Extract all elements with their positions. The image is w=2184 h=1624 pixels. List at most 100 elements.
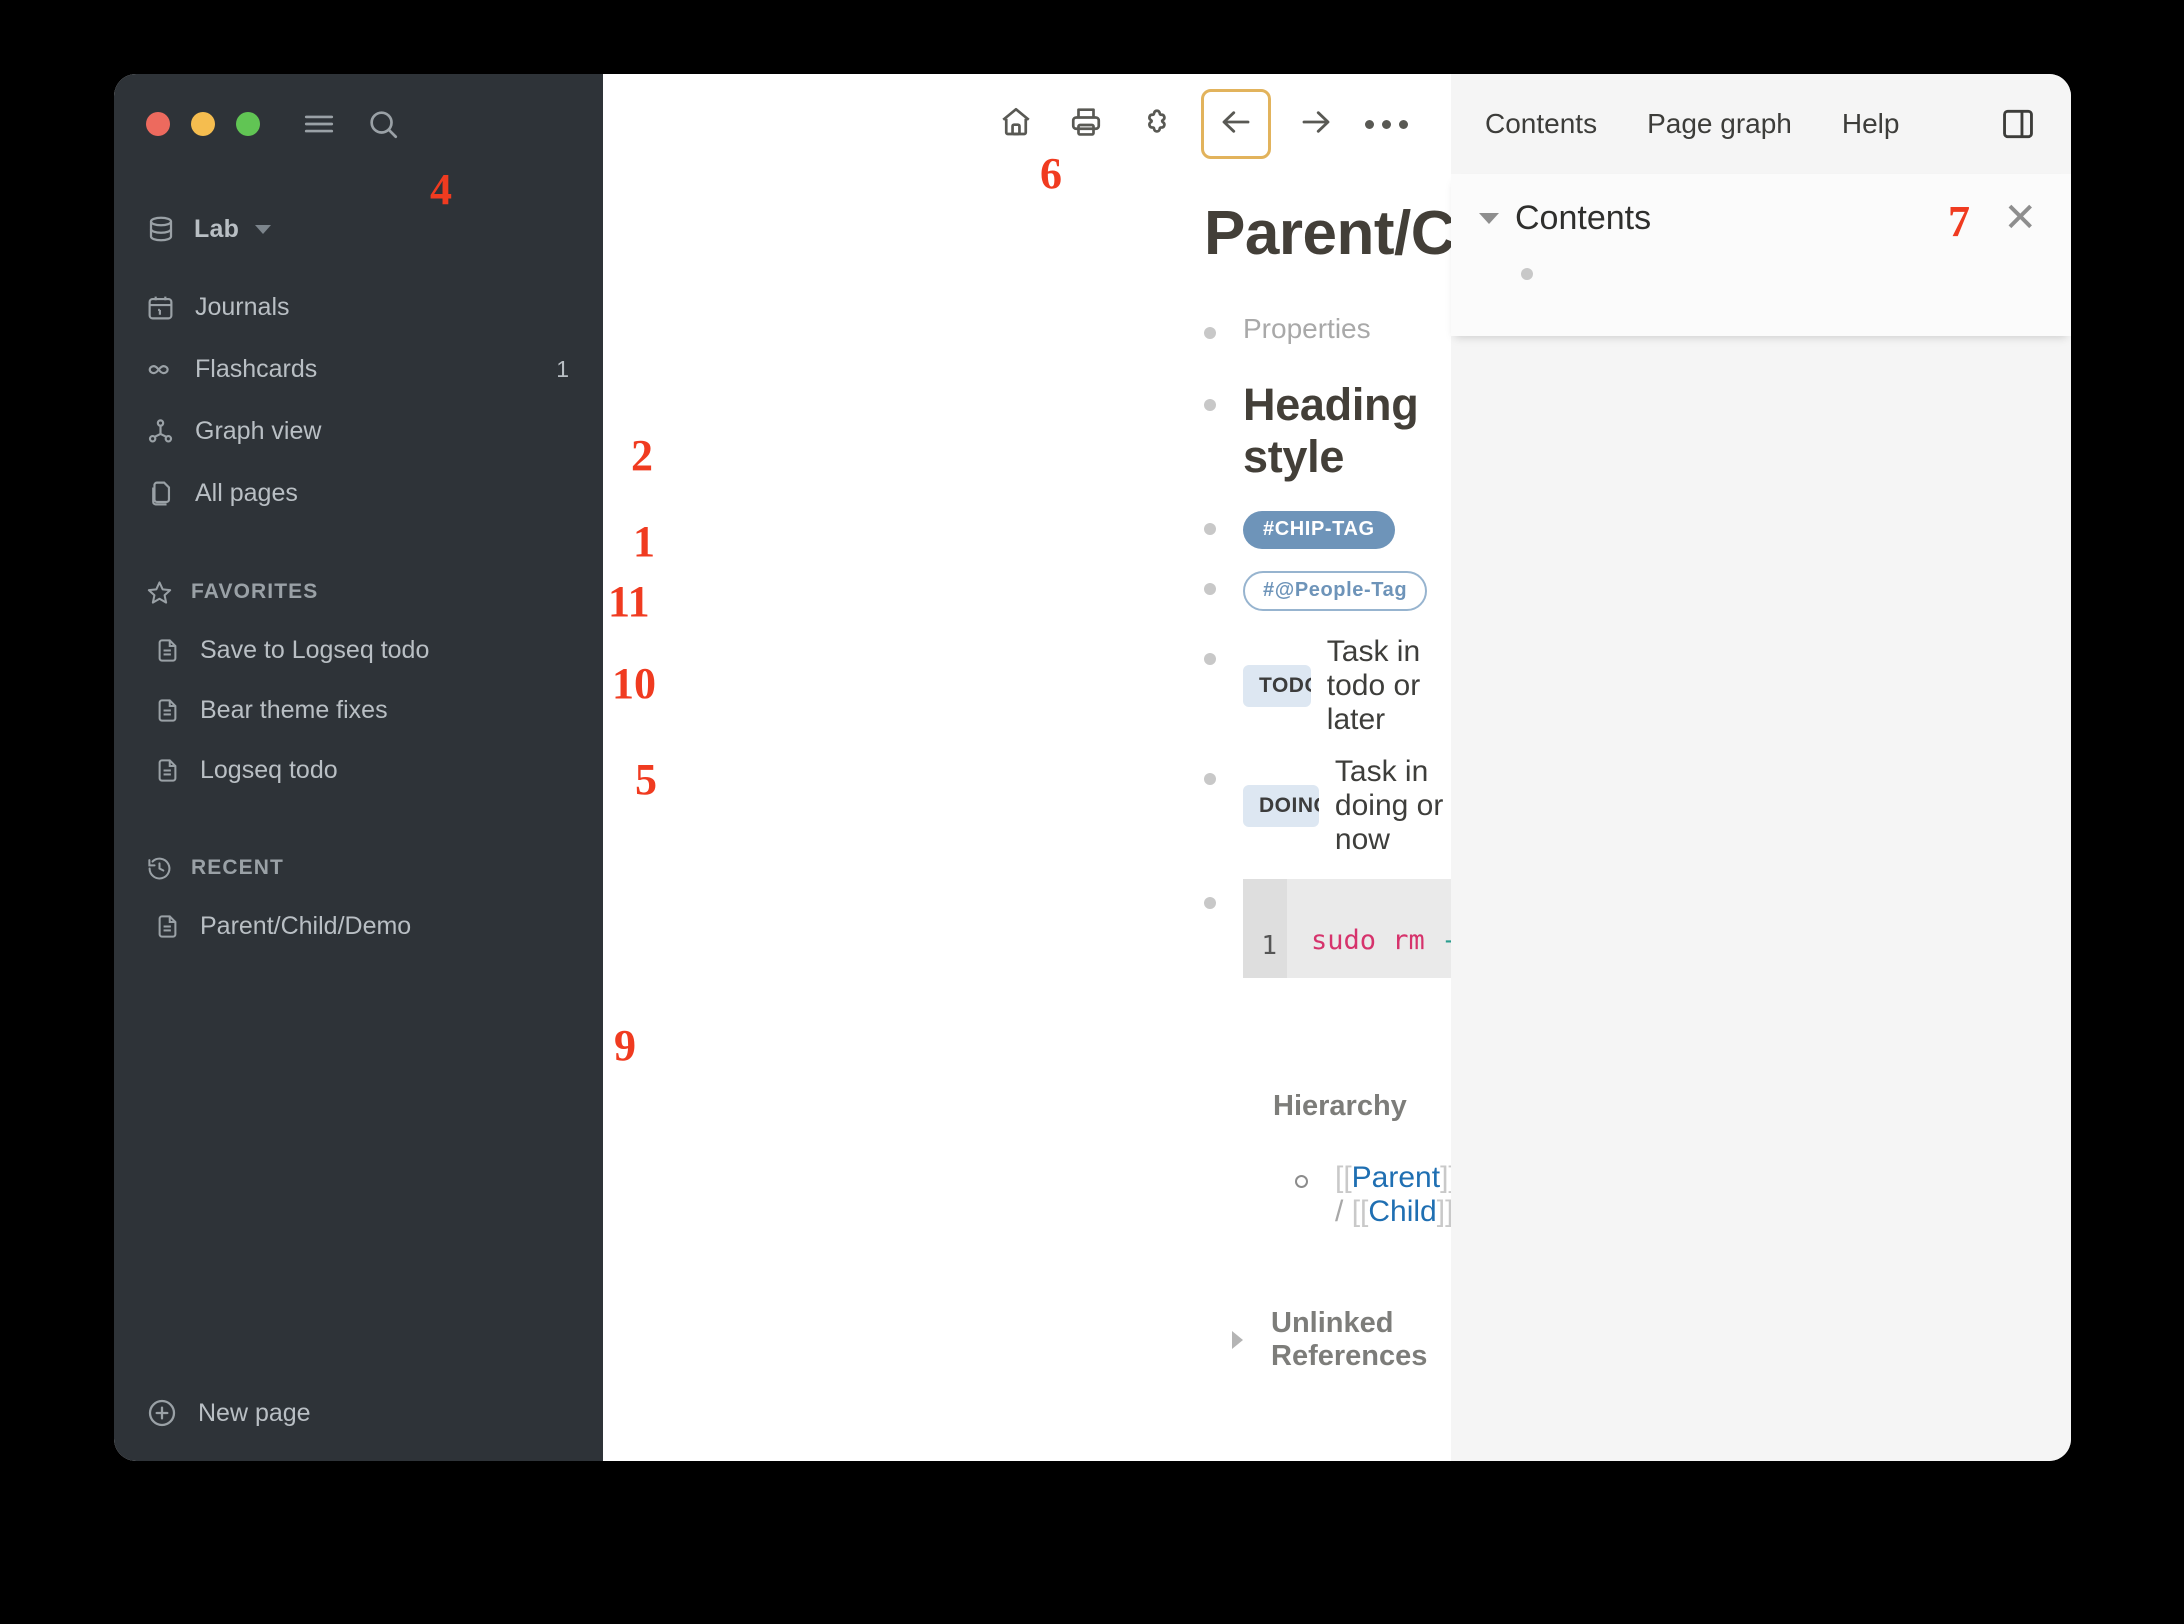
print-button[interactable] [1055,93,1117,155]
document-icon [154,697,181,724]
graph-selector[interactable]: Lab [114,196,603,262]
block-task-todo[interactable]: TODO Task in todo or later [1204,635,1451,737]
people-tag[interactable]: #@People-Tag [1243,571,1428,611]
chevron-down-icon[interactable] [1479,212,1499,224]
sidebar-titlebar [114,74,603,174]
calendar-icon [146,293,175,322]
search-icon[interactable] [366,107,400,141]
block-bullet[interactable] [1295,1175,1308,1188]
favorite-item-logseq-todo[interactable]: Logseq todo [114,740,603,800]
block-heading[interactable]: Heading style [1204,379,1451,483]
unlinked-references-section[interactable]: Unlinked References [1232,1307,1451,1373]
document-icon [154,637,181,664]
block-people-tag[interactable]: #@People-Tag [1204,571,1451,611]
annotation-1: 1 [633,517,655,566]
graph-node-icon [146,417,175,446]
doing-marker[interactable]: DOING [1243,785,1319,827]
favorites-section-header: FAVORITES [114,564,603,620]
menu-icon[interactable] [302,107,336,141]
sidebar-item-label: Journals [195,292,290,321]
todo-marker[interactable]: TODO [1243,665,1311,707]
plugins-button[interactable] [1125,93,1187,155]
block-bullet[interactable] [1521,268,1533,280]
new-page-button[interactable]: New page [114,1365,603,1461]
sidebar-item-flashcards[interactable]: Flashcards 1 [114,338,603,400]
tab-contents[interactable]: Contents [1485,108,1597,140]
annotation-7: 7 [1948,197,1970,246]
annotation-9: 9 [614,1021,636,1070]
doing-marker-label: DOING [1259,794,1319,817]
block-bullet[interactable] [1204,583,1216,595]
annotation-11: 11 [608,577,650,626]
app-window: Lab Journals Flashcards 1 Graph view All… [114,74,2071,1461]
hierarchy-row[interactable]: [[Parent]] / [[Child]] [1295,1161,1457,1229]
recent-section-header: RECENT [114,840,603,896]
task-text: Task in todo or later [1326,635,1421,736]
chevron-down-icon[interactable] [255,224,272,234]
minimize-window-button[interactable] [191,112,215,136]
block-task-doing[interactable]: DOING Task in doing or now [1204,755,1451,857]
close-icon[interactable]: ✕ [2003,198,2037,238]
hierarchy-link-child[interactable]: Child [1368,1195,1436,1228]
favorite-item-label: Logseq todo [200,755,338,784]
more-options-button[interactable] [1355,93,1417,155]
back-button[interactable] [1201,89,1271,159]
favorite-item-save-to-logseq-todo[interactable]: Save to Logseq todo [114,620,603,680]
arrow-left-icon [1218,104,1254,145]
chevron-right-icon[interactable] [1232,1331,1243,1349]
maximize-window-button[interactable] [236,112,260,136]
hierarchy-separator: / [1335,1195,1344,1228]
panel-right-icon[interactable] [1999,105,2037,143]
block-bullet[interactable] [1204,399,1216,411]
favorite-item-bear-theme-fixes[interactable]: Bear theme fixes [114,680,603,740]
recent-title: RECENT [191,856,284,879]
arrow-right-icon [1298,104,1334,145]
block-bullet[interactable] [1204,327,1216,339]
sidebar-item-label: All pages [195,478,298,507]
sidebar-item-all-pages[interactable]: All pages [114,462,603,524]
block-chip-tag[interactable]: #CHIP-TAG [1204,511,1451,549]
code-command: sudo rm [1311,925,1425,956]
graph-name: Lab [194,214,240,243]
favorite-item-label: Save to Logseq todo [200,635,430,664]
block-bullet[interactable] [1204,523,1216,535]
recent-item-parent-child-demo[interactable]: Parent/Child/Demo [114,896,603,956]
main-toolbar [603,74,1451,174]
left-sidebar: Lab Journals Flashcards 1 Graph view All… [114,74,603,1461]
bracket-open: [[ [1351,1195,1369,1228]
tab-help[interactable]: Help [1842,108,1900,140]
hierarchy-title: Hierarchy [1273,1090,1451,1123]
star-icon [146,579,173,606]
sidebar-item-label: Graph view [195,416,322,445]
hierarchy-breadcrumb: [[Parent]] / [[Child]] [1335,1161,1457,1229]
block-bullet[interactable] [1204,653,1216,665]
home-button[interactable] [985,93,1047,155]
ellipsis-icon [1364,119,1408,129]
block-properties[interactable]: Properties [1204,313,1451,345]
block-bullet[interactable] [1204,897,1216,909]
properties-label: Properties [1243,313,1371,344]
favorites-title: FAVORITES [191,580,319,603]
tab-page-graph[interactable]: Page graph [1647,108,1792,140]
chip-tag[interactable]: #CHIP-TAG [1243,511,1395,549]
favorite-item-label: Bear theme fixes [200,695,388,724]
sidebar-item-graph-view[interactable]: Graph view [114,400,603,462]
annotation-5: 5 [635,755,657,804]
block-bullet[interactable] [1204,773,1216,785]
document-icon [154,757,181,784]
todo-marker-label: TODO [1259,674,1311,697]
forward-button[interactable] [1285,93,1347,155]
print-icon [1068,104,1104,145]
new-page-label: New page [198,1398,311,1427]
sidebar-item-journals[interactable]: Journals [114,276,603,338]
contents-panel-title: Contents [1515,198,1652,237]
block-code[interactable]: bash 1 sudo rm -rf [1204,879,1827,978]
annotation-6: 6 [1040,149,1062,198]
sidebar-item-label: Flashcards [195,354,318,383]
annotation-2: 2 [631,431,653,480]
document-icon [154,913,181,940]
hierarchy-link-parent[interactable]: Parent [1352,1161,1440,1194]
bracket-open: [[ [1335,1161,1352,1194]
recent-item-label: Parent/Child/Demo [200,911,412,940]
close-window-button[interactable] [146,112,170,136]
